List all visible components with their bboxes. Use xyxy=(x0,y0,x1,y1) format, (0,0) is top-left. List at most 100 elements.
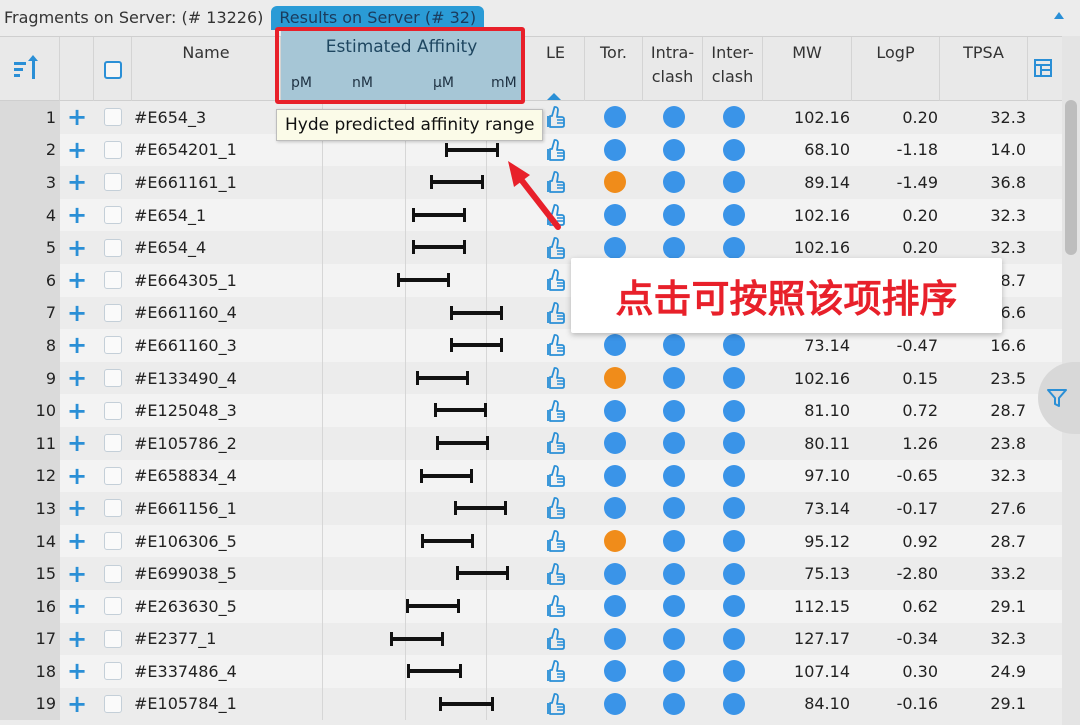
fragment-name: #E661161_1 xyxy=(134,172,237,192)
collapse-caret-icon[interactable] xyxy=(1054,12,1064,19)
tor-cell xyxy=(587,460,643,493)
intra-clash-dot xyxy=(663,334,685,357)
row-checkbox[interactable] xyxy=(104,173,122,192)
expand-plus-icon[interactable]: + xyxy=(60,688,94,721)
header-mw[interactable]: MW xyxy=(763,37,852,101)
logp-value: 0.30 xyxy=(902,661,938,681)
row-checkbox[interactable] xyxy=(104,401,122,420)
expand-plus-icon[interactable]: + xyxy=(60,264,94,297)
row-checkbox[interactable] xyxy=(104,108,122,127)
table-row[interactable]: 12 + #E658834_4 97.10 -0.65 32.3 xyxy=(0,459,1062,493)
le-thumb-icon xyxy=(527,394,585,427)
inter-clash-cell xyxy=(705,590,763,623)
row-checkbox[interactable] xyxy=(104,434,122,453)
expand-plus-icon[interactable]: + xyxy=(60,134,94,167)
expand-plus-icon[interactable]: + xyxy=(60,460,94,493)
expand-plus-icon[interactable]: + xyxy=(60,329,94,362)
scrollbar-thumb[interactable] xyxy=(1065,100,1077,255)
row-checkbox[interactable] xyxy=(104,532,122,551)
intra-clash-dot xyxy=(663,660,685,683)
tor-status-dot xyxy=(604,692,626,715)
sort-ascending-icon xyxy=(547,93,561,100)
row-checkbox-cell xyxy=(94,557,132,590)
table-row[interactable]: 11 + #E105786_2 80.11 1.26 23.8 xyxy=(0,426,1062,460)
le-thumb-icon xyxy=(527,329,585,362)
table-row[interactable]: 19 + #E105784_1 84.10 -0.16 29.1 xyxy=(0,687,1062,721)
row-checkbox[interactable] xyxy=(104,303,122,322)
intra-clash-dot xyxy=(663,464,685,487)
row-checkbox[interactable] xyxy=(104,336,122,355)
le-thumb-icon xyxy=(527,688,585,721)
expand-plus-icon[interactable]: + xyxy=(60,166,94,199)
affinity-range-bar xyxy=(456,566,509,581)
row-checkbox-cell xyxy=(94,101,132,134)
row-checkbox[interactable] xyxy=(104,694,122,713)
inter-clash-cell xyxy=(705,655,763,688)
fragment-name: #E106306_5 xyxy=(134,531,237,551)
intra-clash-cell xyxy=(645,557,703,590)
select-all-checkbox[interactable] xyxy=(104,61,122,79)
row-checkbox[interactable] xyxy=(104,662,122,681)
expand-plus-icon[interactable]: + xyxy=(60,394,94,427)
row-checkbox[interactable] xyxy=(104,271,122,290)
header-inter-clash[interactable]: Inter- clash xyxy=(703,37,763,101)
affinity-range-cell xyxy=(281,426,526,460)
tor-cell xyxy=(587,166,643,199)
intra-clash-cell xyxy=(645,199,703,232)
tor-status-dot xyxy=(604,236,626,259)
row-checkbox[interactable] xyxy=(104,369,122,388)
table-row[interactable]: 13 + #E661156_1 73.14 -0.17 27.6 xyxy=(0,492,1062,525)
sort-icon[interactable] xyxy=(14,55,40,81)
table-row[interactable]: 14 + #E106306_5 95.12 0.92 28.7 xyxy=(0,524,1062,558)
intra-clash-cell xyxy=(645,394,703,427)
row-checkbox[interactable] xyxy=(104,499,122,518)
row-index: 14 xyxy=(0,524,60,558)
header-sort-cell[interactable] xyxy=(0,37,60,101)
row-checkbox[interactable] xyxy=(104,597,122,616)
affinity-range-bar xyxy=(454,501,507,516)
header-intra-clash[interactable]: Intra- clash xyxy=(643,37,703,101)
mw-value: 81.10 xyxy=(804,401,850,421)
table-row[interactable]: 15 + #E699038_5 75.13 -2.80 33.2 xyxy=(0,557,1062,590)
table-row[interactable]: 18 + #E337486_4 107.14 0.30 24.9 xyxy=(0,655,1062,688)
fragment-name: #E654_4 xyxy=(134,238,207,258)
expand-plus-icon[interactable]: + xyxy=(60,623,94,656)
table-row[interactable]: 17 + #E2377_1 127.17 -0.34 32.3 xyxy=(0,622,1062,656)
expand-plus-icon[interactable]: + xyxy=(60,525,94,558)
inter-clash-dot xyxy=(723,692,745,715)
table-row[interactable]: 8 + #E661160_3 73.14 -0.47 16.6 xyxy=(0,329,1062,362)
affinity-range-cell xyxy=(281,361,526,395)
row-checkbox[interactable] xyxy=(104,466,122,485)
expand-plus-icon[interactable]: + xyxy=(60,297,94,330)
header-tor[interactable]: Tor. xyxy=(585,37,643,101)
expand-plus-icon[interactable]: + xyxy=(60,427,94,460)
tab-fragments-on-server[interactable]: Fragments on Server: (# 13226) xyxy=(0,0,263,27)
expand-plus-icon[interactable]: + xyxy=(60,101,94,134)
header-tpsa[interactable]: TPSA xyxy=(940,37,1028,101)
table-row[interactable]: 16 + #E263630_5 112.15 0.62 29.1 xyxy=(0,589,1062,623)
fragment-name: #E337486_4 xyxy=(134,661,237,681)
row-checkbox[interactable] xyxy=(104,206,122,225)
expand-plus-icon[interactable]: + xyxy=(60,590,94,623)
expand-plus-icon[interactable]: + xyxy=(60,557,94,590)
table-row[interactable]: 10 + #E125048_3 81.10 0.72 28.7 xyxy=(0,394,1062,427)
expand-plus-icon[interactable]: + xyxy=(60,231,94,264)
expand-plus-icon[interactable]: + xyxy=(60,492,94,525)
affinity-range-cell xyxy=(281,687,526,721)
expand-plus-icon[interactable]: + xyxy=(60,655,94,688)
affinity-range-cell xyxy=(281,524,526,558)
expand-plus-icon[interactable]: + xyxy=(60,362,94,395)
row-checkbox[interactable] xyxy=(104,238,122,257)
row-checkbox[interactable] xyxy=(104,140,122,159)
table-row[interactable]: 9 + #E133490_4 102.16 0.15 23.5 xyxy=(0,361,1062,395)
header-logp[interactable]: LogP xyxy=(852,37,940,101)
header-name[interactable]: Name xyxy=(132,37,281,101)
filter-icon[interactable] xyxy=(1046,387,1068,409)
column-chooser-icon[interactable] xyxy=(1034,59,1052,77)
intra-clash-dot xyxy=(663,432,685,455)
row-checkbox[interactable] xyxy=(104,629,122,648)
expand-plus-icon[interactable]: + xyxy=(60,199,94,232)
row-checkbox[interactable] xyxy=(104,564,122,583)
header-le[interactable]: LE xyxy=(527,37,585,101)
logp-value: -1.18 xyxy=(896,140,938,160)
